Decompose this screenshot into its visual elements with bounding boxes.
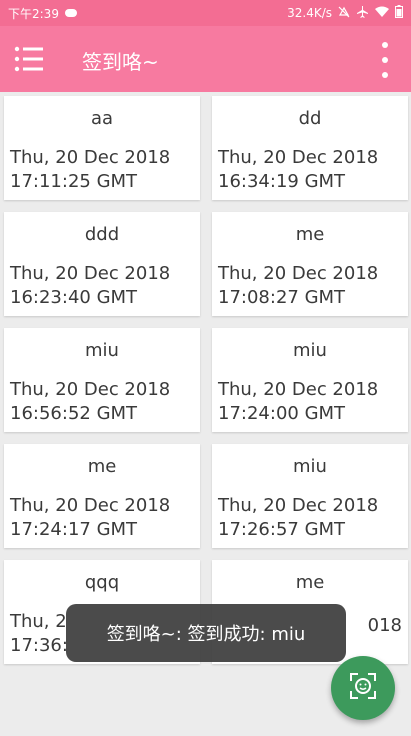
- checkin-card[interactable]: me Thu, 20 Dec 2018 17:08:27 GMT: [212, 212, 408, 316]
- status-bar: 下午2:39 32.4K/s: [0, 0, 411, 26]
- card-date: Thu, 20 Dec 2018 17:24:00 GMT: [218, 379, 379, 424]
- checkin-card[interactable]: dd Thu, 20 Dec 2018 16:34:19 GMT: [212, 96, 408, 200]
- mute-icon: [338, 6, 350, 21]
- card-date: Thu, 20 Dec 2018 17:11:25 GMT: [10, 147, 171, 192]
- checkin-card[interactable]: me Thu, 20 Dec 2018 17:24:17 GMT: [4, 444, 200, 548]
- card-date: Thu, 20 Dec 2018 17:24:17 GMT: [10, 495, 171, 540]
- card-name: ddd: [84, 224, 120, 245]
- app-title: 签到咯~: [82, 50, 159, 74]
- airplane-icon: [356, 5, 369, 21]
- checkin-card[interactable]: aa Thu, 20 Dec 2018 17:11:25 GMT: [4, 96, 200, 200]
- face-scan-icon: [348, 671, 378, 705]
- checkin-card[interactable]: ddd Thu, 20 Dec 2018 16:23:40 GMT: [4, 212, 200, 316]
- card-date: Thu, 20 Dec 2018 16:23:40 GMT: [10, 263, 171, 308]
- checkin-card[interactable]: miu Thu, 20 Dec 2018 17:26:57 GMT: [212, 444, 408, 548]
- wifi-icon: [375, 6, 389, 21]
- card-name: miu: [293, 340, 327, 361]
- card-date: Thu, 20 Dec 2018 17:08:27 GMT: [218, 263, 379, 308]
- network-speed: 32.4K/s: [287, 6, 332, 20]
- face-checkin-button[interactable]: [331, 656, 395, 720]
- list-menu-icon[interactable]: [14, 44, 44, 74]
- more-options-icon[interactable]: [381, 42, 389, 78]
- card-name: miu: [85, 340, 119, 361]
- checkin-grid: aa Thu, 20 Dec 2018 17:11:25 GMT dd Thu,…: [4, 96, 408, 664]
- card-name: miu: [293, 456, 327, 477]
- toast-message: 签到咯~: 签到成功: miu: [66, 604, 346, 662]
- card-date: Thu, 20 Dec 2018 16:56:52 GMT: [10, 379, 171, 424]
- card-name: me: [295, 572, 325, 593]
- app-bar: 签到咯~: [0, 26, 411, 92]
- status-time: 下午2:39: [8, 6, 59, 21]
- cloud-icon: [64, 9, 77, 17]
- card-name: me: [87, 456, 117, 477]
- battery-icon: [395, 5, 403, 21]
- card-name: dd: [298, 108, 322, 129]
- card-date: Thu, 20 Dec 2018 16:34:19 GMT: [218, 147, 379, 192]
- card-name: aa: [90, 108, 114, 129]
- checkin-card[interactable]: miu Thu, 20 Dec 2018 17:24:00 GMT: [212, 328, 408, 432]
- checkin-card[interactable]: miu Thu, 20 Dec 2018 16:56:52 GMT: [4, 328, 200, 432]
- card-name: qqq: [84, 572, 120, 593]
- card-date: Thu, 20 Dec 2018 17:26:57 GMT: [218, 495, 379, 540]
- card-name: me: [295, 224, 325, 245]
